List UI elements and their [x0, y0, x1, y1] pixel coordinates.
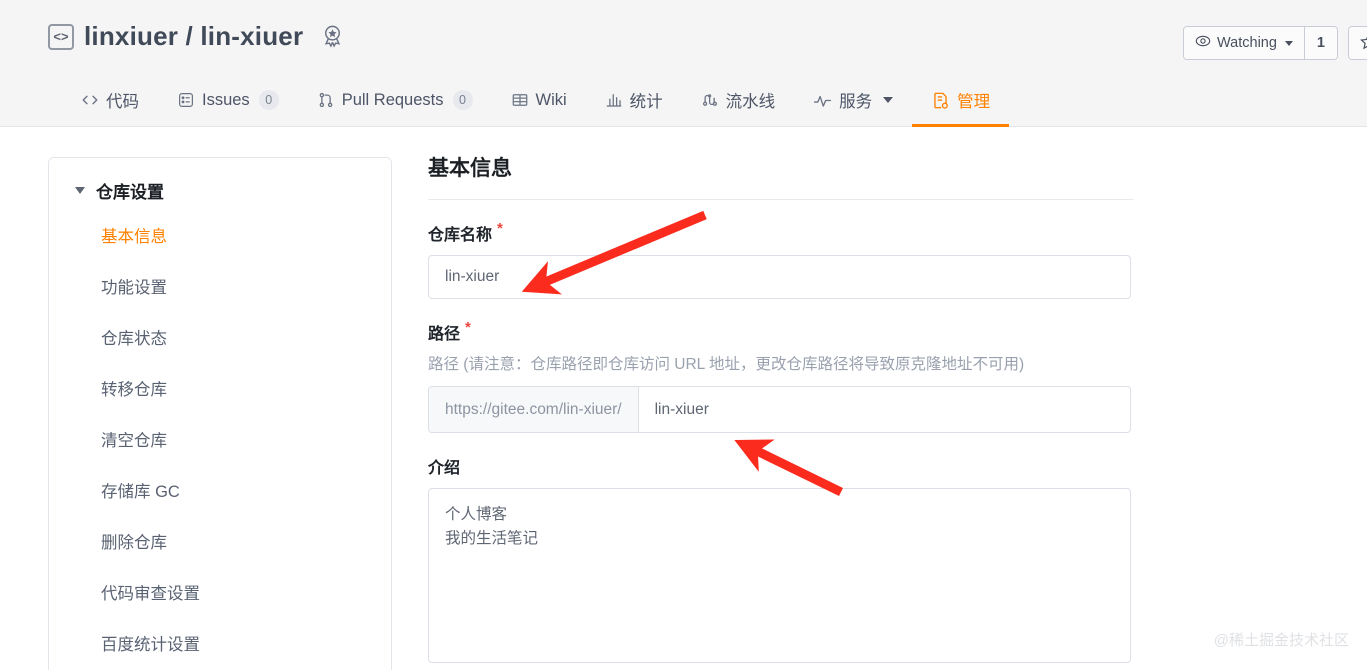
book-icon [511, 91, 529, 109]
watch-button-group[interactable]: Watching 1 [1183, 26, 1338, 60]
watermark: @稀土掘金技术社区 [1213, 632, 1349, 649]
description-label: 介绍 [428, 460, 461, 477]
tab-label: 代码 [106, 93, 139, 111]
pipeline-icon [701, 91, 719, 109]
tab-pipeline[interactable]: 流水线 [682, 76, 795, 127]
star-icon [1360, 33, 1367, 54]
tab-label: Issues [202, 90, 250, 109]
path-url-prefix: https://gitee.com/lin-xiuer/ [429, 387, 639, 432]
watch-label: Watching [1217, 35, 1277, 51]
git-pull-request-icon [317, 91, 335, 109]
tab-label: Wiki [535, 90, 567, 109]
chevron-down-icon [883, 97, 894, 103]
award-rosette-icon [319, 23, 346, 50]
repo-name-label-row: 仓库名称 * [428, 221, 1133, 245]
path-hint: 路径 (请注意：仓库路径即仓库访问 URL 地址，更改仓库路径将导致原克隆地址不… [428, 356, 1025, 373]
page-root: <> linxiuer / lin-xiuer Watching 1 代码 Is… [0, 0, 1367, 670]
sidebar-group-label: 仓库设置 [96, 183, 164, 202]
eye-icon [1195, 33, 1211, 53]
tab-label: 统计 [629, 93, 663, 111]
watch-count[interactable]: 1 [1303, 27, 1337, 59]
tab-label: 管理 [957, 93, 991, 111]
sidebar-group-repo-settings[interactable]: 仓库设置 [49, 172, 391, 209]
star-button-group[interactable] [1348, 26, 1367, 60]
repo-name-label: 仓库名称 [428, 227, 493, 244]
required-asterisk: * [497, 220, 503, 237]
repo-nav-tabs: 代码 Issues 0 Pull Requests 0 Wiki 统计 流水线 … [62, 76, 1010, 127]
sidebar-item-feature-settings[interactable]: 功能设置 [49, 260, 391, 311]
sidebar-item-delete-repo[interactable]: 删除仓库 [49, 515, 391, 566]
star-button[interactable] [1349, 27, 1367, 59]
settings-sidebar: 仓库设置 基本信息 功能设置 仓库状态 转移仓库 清空仓库 存储库 GC 删除仓… [48, 157, 392, 670]
repo-header: <> linxiuer / lin-xiuer Watching 1 代码 Is… [0, 0, 1367, 127]
tab-label: 流水线 [725, 93, 776, 111]
sidebar-item-clear-repo[interactable]: 清空仓库 [49, 413, 391, 464]
description-label-row: 介绍 [428, 454, 1133, 478]
tab-issues[interactable]: Issues 0 [158, 76, 298, 127]
sidebar-item-repo-status[interactable]: 仓库状态 [49, 311, 391, 362]
settings-main-panel: 基本信息 仓库名称 * lin-xiuer 路径 * 路径 (请注意：仓库路径即… [428, 152, 1133, 663]
watch-button[interactable]: Watching [1184, 27, 1304, 59]
tab-count-badge: 0 [452, 90, 473, 110]
tab-label: Pull Requests [341, 90, 444, 109]
code-icon [81, 91, 99, 109]
tab-code[interactable]: 代码 [62, 76, 158, 127]
tab-services[interactable]: 服务 [794, 76, 912, 127]
repo-title: <> linxiuer / lin-xiuer [48, 21, 346, 52]
tab-manage[interactable]: 管理 [912, 76, 1010, 127]
tab-label: 服务 [839, 93, 873, 111]
repo-name-input[interactable]: lin-xiuer [428, 255, 1131, 299]
required-asterisk: * [465, 319, 471, 336]
sidebar-item-baidu-stats-settings[interactable]: 百度统计设置 [49, 617, 391, 668]
repo-header-actions: Watching 1 [1183, 26, 1367, 60]
settings-doc-icon [931, 91, 950, 110]
sidebar-item-basic-info[interactable]: 基本信息 [49, 209, 391, 260]
page-title: 基本信息 [428, 152, 1133, 200]
bar-chart-icon [605, 91, 623, 109]
activity-pulse-icon [813, 91, 832, 110]
field-path: 路径 * 路径 (请注意：仓库路径即仓库访问 URL 地址，更改仓库路径将导致原… [428, 320, 1133, 433]
code-brackets-icon: <> [48, 23, 74, 50]
tab-stats[interactable]: 统计 [586, 76, 682, 127]
chevron-down-icon [1284, 40, 1293, 46]
issue-list-icon [177, 91, 195, 109]
description-textarea[interactable]: 个人博客 我的生活笔记 [428, 488, 1131, 663]
repo-full-name[interactable]: linxiuer / lin-xiuer [84, 21, 303, 52]
tab-pull-requests[interactable]: Pull Requests 0 [298, 76, 492, 127]
path-label: 路径 [428, 326, 461, 343]
chevron-down-icon [75, 187, 85, 194]
tab-count-badge: 0 [258, 90, 279, 110]
field-repo-name: 仓库名称 * lin-xiuer [428, 221, 1133, 299]
path-input[interactable]: lin-xiuer [639, 387, 1130, 432]
path-label-row: 路径 * [428, 320, 1133, 344]
field-description: 介绍 个人博客 我的生活笔记 [428, 454, 1133, 663]
tab-wiki[interactable]: Wiki [492, 76, 586, 127]
path-input-group: https://gitee.com/lin-xiuer/ lin-xiuer [428, 386, 1131, 433]
sidebar-item-code-review-settings[interactable]: 代码审查设置 [49, 566, 391, 617]
sidebar-item-transfer-repo[interactable]: 转移仓库 [49, 362, 391, 413]
sidebar-item-storage-gc[interactable]: 存储库 GC [49, 464, 391, 515]
